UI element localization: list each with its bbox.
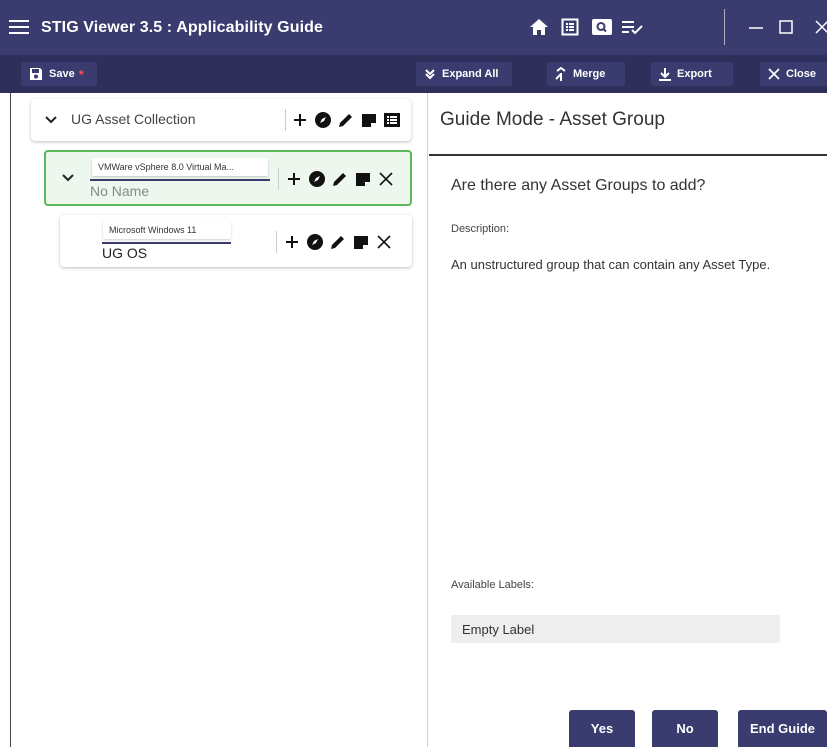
expand-all-label: Expand All — [442, 68, 499, 80]
yes-button[interactable]: Yes — [569, 710, 635, 747]
close-icon — [768, 68, 780, 80]
save-icon — [29, 67, 43, 81]
note-icon[interactable] — [354, 170, 372, 188]
expand-all-button[interactable]: Expand All — [416, 62, 512, 86]
titlebar-divider — [724, 9, 725, 45]
card-divider — [278, 168, 279, 190]
guide-title-divider — [429, 154, 827, 156]
available-labels-label: Available Labels: — [451, 579, 534, 591]
add-icon[interactable] — [291, 111, 309, 129]
close-label: Close — [786, 68, 816, 80]
root-actions — [291, 111, 401, 129]
note-icon[interactable] — [360, 111, 378, 129]
edit-icon[interactable] — [329, 233, 347, 251]
compass-icon[interactable] — [314, 111, 332, 129]
close-window-icon[interactable] — [807, 12, 827, 42]
tree-root-title: UG Asset Collection — [71, 111, 196, 127]
save-label: Save — [49, 68, 75, 80]
edit-icon[interactable] — [331, 170, 349, 188]
description-text: An unstructured group that can contain a… — [451, 257, 771, 272]
guide-question: Are there any Asset Groups to add? — [451, 177, 706, 194]
field-underline — [102, 242, 231, 244]
merge-button[interactable]: Merge — [547, 62, 625, 86]
guide-title: Guide Mode - Asset Group — [440, 109, 665, 130]
export-button[interactable]: Export — [651, 62, 733, 86]
guide-panel: Guide Mode - Asset Group Are there any A… — [429, 93, 827, 747]
label-option[interactable]: Empty Label — [451, 615, 780, 643]
add-icon[interactable] — [285, 170, 303, 188]
no-button[interactable]: No — [652, 710, 718, 747]
close-button[interactable]: Close — [760, 62, 827, 86]
field-underline — [90, 179, 270, 181]
add-icon[interactable] — [283, 233, 301, 251]
end-guide-button[interactable]: End Guide — [738, 710, 827, 747]
tree-root-card[interactable]: UG Asset Collection — [31, 99, 411, 141]
compass-icon[interactable] — [306, 233, 324, 251]
minimize-icon[interactable] — [741, 12, 771, 42]
merge-icon — [555, 67, 567, 81]
unsaved-marker: * — [78, 66, 84, 82]
search-icon[interactable] — [587, 12, 617, 42]
asset-type-chip: VMWare vSphere 8.0 Virtual Ma... — [92, 158, 268, 176]
list-view-icon[interactable] — [383, 111, 401, 129]
card-divider — [276, 231, 277, 253]
delete-icon[interactable] — [377, 170, 395, 188]
edit-icon[interactable] — [337, 111, 355, 129]
playlist-check-icon[interactable] — [618, 12, 648, 42]
description-label: Description: — [451, 223, 510, 235]
home-icon[interactable] — [524, 12, 554, 42]
group-name[interactable]: No Name — [90, 183, 149, 199]
double-chevron-down-icon — [424, 68, 436, 80]
asset-actions — [283, 233, 393, 251]
delete-icon[interactable] — [375, 233, 393, 251]
maximize-icon[interactable] — [771, 12, 801, 42]
group-actions — [285, 170, 395, 188]
asset-tree-panel: UG Asset Collection VMWare vSphere 8.0 V… — [10, 93, 428, 747]
hamburger-menu-icon[interactable] — [9, 20, 29, 36]
toolbar: Save * Expand All Merge Export Close — [0, 55, 827, 93]
asset-name[interactable]: UG OS — [102, 245, 147, 261]
card-divider — [285, 109, 286, 131]
app-title: STIG Viewer 3.5 : Applicability Guide — [41, 19, 323, 36]
asset-type-chip: Microsoft Windows 11 — [103, 221, 231, 239]
save-button[interactable]: Save * — [21, 62, 97, 86]
tree-group-card[interactable]: VMWare vSphere 8.0 Virtual Ma... No Name — [44, 150, 412, 206]
tree-asset-card[interactable]: Microsoft Windows 11 UG OS — [60, 215, 412, 267]
chevron-down-icon[interactable] — [60, 170, 76, 186]
title-bar: STIG Viewer 3.5 : Applicability Guide — [0, 0, 827, 55]
download-icon — [659, 67, 671, 81]
compass-icon[interactable] — [308, 170, 326, 188]
list-icon[interactable] — [555, 12, 585, 42]
note-icon[interactable] — [352, 233, 370, 251]
export-label: Export — [677, 68, 712, 80]
merge-label: Merge — [573, 68, 606, 80]
chevron-down-icon[interactable] — [43, 112, 59, 128]
